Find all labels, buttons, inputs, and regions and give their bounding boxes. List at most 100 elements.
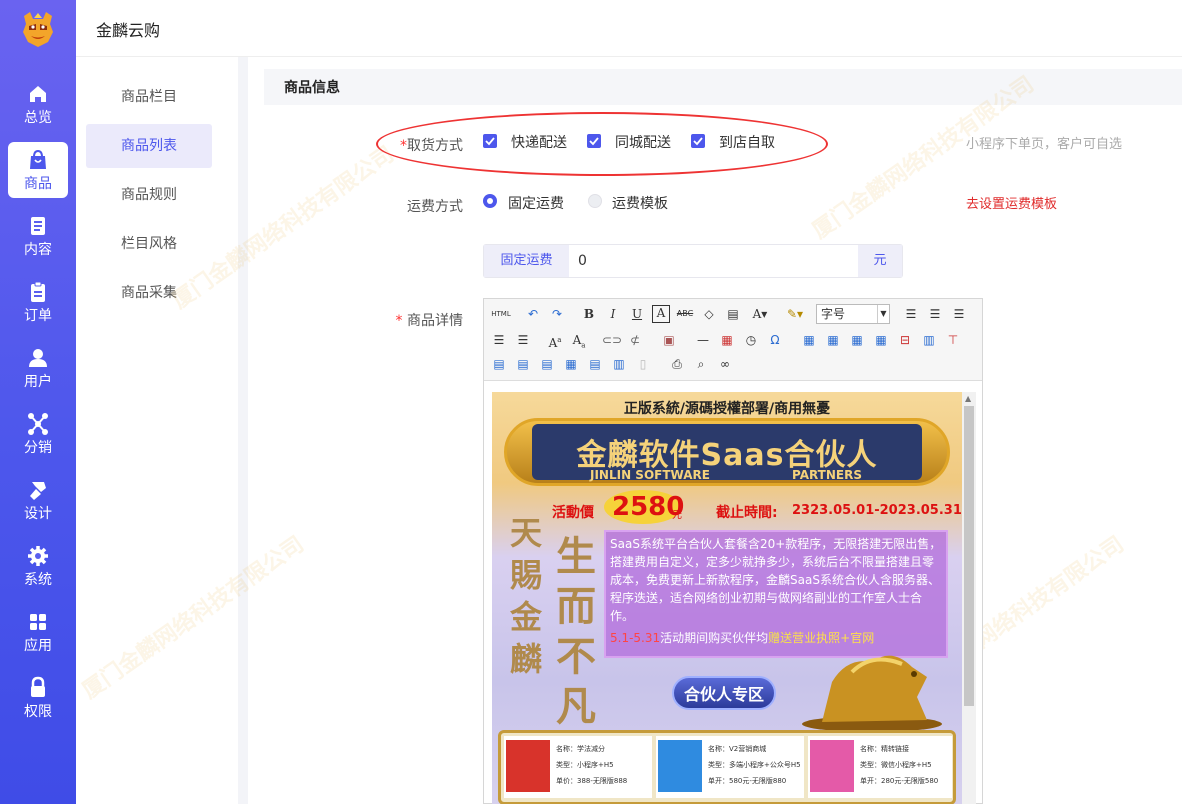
nav-overview[interactable]: 总览 [8,76,68,132]
justify-all-icon[interactable]: ☰ [514,331,532,349]
scrollbar-thumb[interactable] [964,406,974,706]
special-char-icon[interactable]: Ω [766,331,784,349]
product-name-2: 名称：V2营销商城 [708,745,767,753]
delete-col-icon[interactable]: ⊤ [944,331,962,349]
nav-system[interactable]: 系统 [8,538,68,594]
editor-scrollbar[interactable]: ▲ [962,392,976,804]
blank-page-icon[interactable]: ▯ [634,355,652,373]
align-left-icon[interactable]: ☰ [902,305,920,323]
date-icon[interactable]: ▦ [718,331,736,349]
clipboard-icon [31,281,45,302]
table-props-icon[interactable]: ▦ [824,331,842,349]
link-icon[interactable]: ⊂⊃ [602,331,622,349]
sub-nav: 商品栏目 商品列表 商品规则 栏目风格 商品采集 [76,57,238,804]
top-bar: 金麟云购 [76,0,1182,57]
unlink-icon[interactable]: ⊄ [626,331,644,349]
nav-users[interactable]: 用户 [8,340,68,396]
insert-col-before-icon[interactable]: ▤ [586,355,604,373]
strikethrough-icon[interactable]: ABC [676,305,694,323]
home-icon [30,86,46,102]
nav-products[interactable]: 商品 [8,142,68,198]
align-right-icon[interactable]: ☰ [950,305,968,323]
insert-row-icon[interactable]: ▦ [872,331,890,349]
fixed-fee-input[interactable] [570,245,857,277]
nav-content[interactable]: 内容 [8,208,68,264]
subnav-product-collect[interactable]: 商品采集 [86,271,212,315]
cell-props-icon[interactable]: ▦ [848,331,866,349]
horizontal-rule-icon[interactable]: — [694,331,712,349]
font-size-select[interactable]: 字号 ▼ [816,304,890,324]
undo-icon[interactable]: ↶ [524,305,542,323]
fixed-fee-radio[interactable] [483,194,497,208]
insert-col-icon[interactable]: ▥ [920,331,938,349]
search-replace-icon[interactable]: ∞ [716,355,734,373]
nav-users-label: 用户 [24,374,52,390]
superscript-icon[interactable]: Aa [546,331,564,350]
delete-row-icon[interactable]: ⊟ [896,331,914,349]
fixed-fee-radio-label: 固定运费 [508,196,564,212]
document-icon [31,217,45,235]
subnav-product-rules[interactable]: 商品规则 [86,173,212,217]
redo-icon[interactable]: ↷ [548,305,566,323]
eraser-icon[interactable]: ◇ [700,305,718,323]
table-icon[interactable]: ▦ [800,331,818,349]
subnav-product-columns[interactable]: 商品栏目 [86,75,212,119]
shipping-label: 运费方式 [407,199,463,215]
align-center-icon[interactable]: ☰ [926,305,944,323]
image-icon[interactable]: ▣ [660,331,678,349]
underline-icon[interactable]: U [628,305,646,323]
nav-design[interactable]: 设计 [8,472,68,528]
poster-promo-gift: 赠送 [768,631,793,645]
poster-price-unit: 元 [672,510,682,521]
nav-permissions-label: 权限 [24,704,52,720]
nav-permissions[interactable]: 权限 [8,670,68,726]
poster-price-label: 活動價 [552,505,594,521]
poster-promo-date: 5.1-5.31 [610,631,661,645]
section-title: 商品信息 [264,69,1182,105]
network-icon [28,413,48,435]
product-price-1: 单价：388-无限版888 [556,777,628,785]
poster-calligraphy-left: 天賜金麟 [510,514,543,678]
nav-design-label: 设计 [24,506,52,522]
qilin-logo-icon[interactable] [20,10,56,48]
insert-row-before-icon[interactable]: ▤ [538,355,556,373]
time-icon[interactable]: ◷ [742,331,760,349]
nav-apps[interactable]: 应用 [8,604,68,660]
insert-col-after-icon[interactable]: ▥ [610,355,628,373]
poster-calligraphy-right: 生而不凡 [556,533,596,730]
paste-icon[interactable]: ▤ [724,305,742,323]
promo-poster-image: 正版系統/源碼授權部署/商用無憂 金麟软件Saas合伙人 JINLIN SOFT… [492,392,962,804]
pickup-hint: 小程序下单页，客户可自选 [966,137,1123,152]
subscript-icon[interactable]: Aa [570,331,588,349]
chevron-down-icon: ▼ [877,305,889,323]
template-fee-radio[interactable] [588,194,602,208]
subnav-product-list[interactable]: 商品列表 [86,124,212,168]
poster-brand-en-right: PARTNERS [792,468,862,482]
insert-row-after-icon[interactable]: ▦ [562,355,580,373]
font-color-icon[interactable]: A▾ [748,305,772,323]
merge-cells-icon[interactable]: ▤ [490,355,508,373]
justify-icon[interactable]: ☰ [490,331,508,349]
nav-orders[interactable]: 订单 [8,274,68,330]
scroll-up-icon[interactable]: ▲ [965,394,971,403]
subnav-column-style[interactable]: 栏目风格 [86,222,212,266]
highlight-icon[interactable]: ✎▾ [782,305,808,323]
user-icon [29,349,47,367]
nav-content-label: 内容 [24,242,52,258]
editor-content[interactable]: 正版系統/源碼授權部署/商用無憂 金麟软件Saas合伙人 JINLIN SOFT… [492,392,962,804]
split-cells-icon[interactable]: ▤ [514,355,532,373]
italic-icon[interactable]: I [604,305,622,323]
font-border-icon[interactable]: A [652,305,670,323]
product-type-2: 类型：多端小程序+公众号H5 [708,761,801,769]
bold-icon[interactable]: B [580,305,598,323]
preview-icon[interactable]: ⌕ [692,355,710,373]
html-source-button[interactable]: HTML [490,305,512,323]
product-price-3: 单开：280元-无限版580 [860,777,939,785]
nav-distribution[interactable]: 分销 [8,406,68,462]
poster-promo-text: 活动期间购买伙伴均 [660,631,769,645]
product-card-3: 名称：精转链接 类型：微信小程序+H5 单开：280元-无限版580 [808,736,952,798]
rich-text-editor: HTML ↶ ↷ B I U A ABC ◇ ▤ A▾ ✎▾ 字号 ▼ ☰ ☰ ☰… [483,298,983,804]
set-fee-template-link[interactable]: 去设置运费模板 [966,193,1057,212]
print-icon[interactable]: ⎙ [668,355,686,373]
annotation-ellipse [376,112,828,176]
